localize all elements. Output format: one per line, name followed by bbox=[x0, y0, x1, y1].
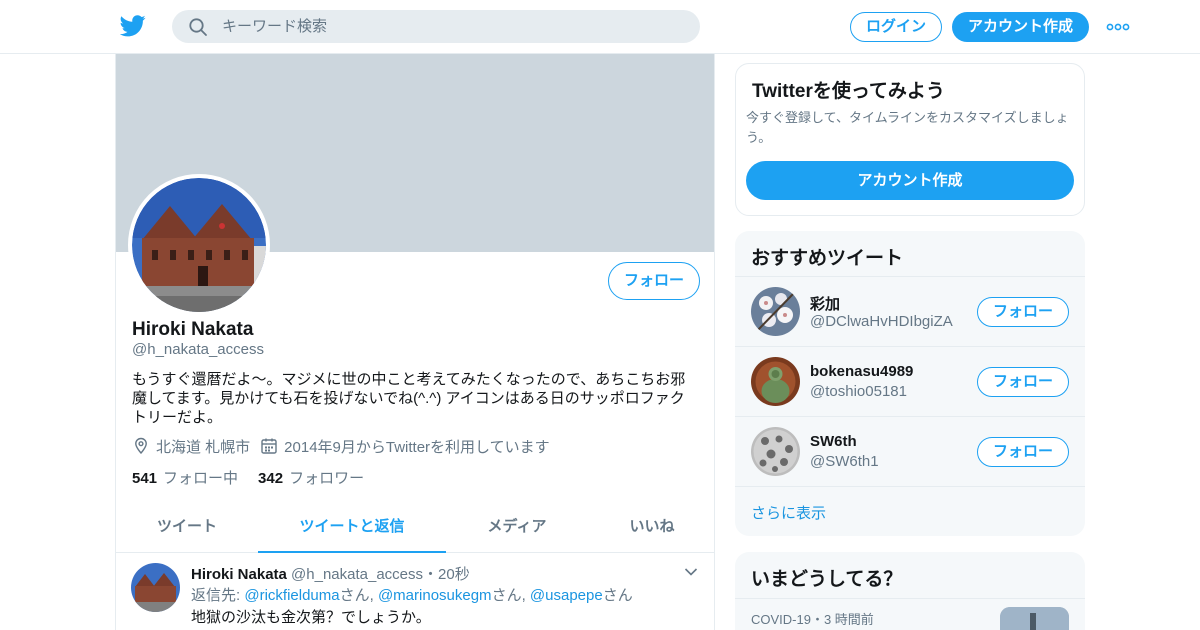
profile-stats: 541 フォロー中 342 フォロワー bbox=[132, 467, 384, 488]
metal-sphere-avatar-image bbox=[751, 427, 800, 476]
profile-avatar[interactable] bbox=[128, 174, 270, 316]
reply-prefix: 返信先: bbox=[191, 587, 245, 604]
following-label: フォロー中 bbox=[163, 470, 239, 487]
trend-meta: COVID-19・3 時間前 bbox=[751, 612, 874, 627]
followers-count: 342 bbox=[258, 470, 284, 487]
search-box[interactable] bbox=[172, 10, 700, 43]
tweet-reply-to: 返信先: @rickfieldumaさん, @marinosukegmさん, @… bbox=[191, 584, 633, 605]
tab-likes[interactable]: いいね bbox=[588, 500, 714, 553]
profile-bio-line: 魔してます。見かけても石を投げないでね(^.^) アイコンはある日のサッポロファ… bbox=[132, 390, 685, 407]
login-button[interactable]: ログイン bbox=[850, 12, 942, 42]
mention-link[interactable]: @usapepe bbox=[530, 587, 603, 604]
show-more-label[interactable]: さらに表示 bbox=[751, 502, 826, 523]
tweet-avatar[interactable] bbox=[131, 563, 180, 612]
brick-building-avatar-image bbox=[131, 563, 180, 612]
brick-building-avatar-image bbox=[132, 178, 266, 312]
location-pin-icon bbox=[135, 437, 147, 455]
suggested-user-avatar[interactable] bbox=[751, 287, 800, 336]
tweet-header: Hiroki Nakata @h_nakata_access・20秒 bbox=[191, 563, 470, 584]
suggested-user-row[interactable]: SW6th @SW6th1 フォロー bbox=[735, 416, 1085, 486]
signup-card-title: Twitterを使ってみよう bbox=[752, 81, 945, 102]
follow-button[interactable]: フォロー bbox=[608, 262, 700, 300]
trends-title: いまどうしてる？ bbox=[751, 569, 903, 590]
tweet-author-name[interactable]: Hiroki Nakata bbox=[191, 566, 287, 583]
tweet-dot: ・ bbox=[423, 566, 439, 583]
show-more-link[interactable]: さらに表示 bbox=[735, 486, 1085, 536]
profile-location: 北海道 札幌市 bbox=[156, 438, 251, 456]
trend-item[interactable]: COVID-19・3 時間前 bbox=[735, 598, 1085, 630]
profile-bio: もうすぐ還暦だよ〜。マジメに世の中こと考えてみたくなったので、あちこちお邪 魔し… bbox=[132, 370, 692, 427]
profile-bio-line: トリーだよ。 bbox=[132, 409, 223, 426]
trends-card: いまどうしてる？ COVID-19・3 時間前 bbox=[735, 552, 1085, 630]
tweet-item[interactable]: Hiroki Nakata @h_nakata_access・20秒 返信先: … bbox=[116, 553, 714, 630]
follow-button[interactable]: フォロー bbox=[977, 437, 1069, 467]
tab-tweets-and-replies[interactable]: ツイートと返信 bbox=[258, 500, 446, 553]
profile-tabs: ツイート ツイートと返信 メディア いいね bbox=[116, 500, 714, 553]
profile-meta: 北海道 札幌市 2014年9月からTwitterを利用しています bbox=[132, 436, 550, 456]
profile-column: フォロー Hiroki Nakata @h_nakata_access もうすぐ… bbox=[115, 54, 715, 630]
tab-tweets[interactable]: ツイート bbox=[116, 500, 258, 553]
who-to-follow-title: おすすめツイート bbox=[751, 248, 904, 269]
suggested-user-row[interactable]: bokenasu4989 @toshio05181 フォロー bbox=[735, 346, 1085, 416]
suggested-user-name[interactable]: bokenasu4989 bbox=[810, 363, 913, 380]
follow-button[interactable]: フォロー bbox=[977, 367, 1069, 397]
suggested-user-row[interactable]: 彩加 @DClwaHvHDIbgiZA フォロー bbox=[735, 276, 1085, 346]
signup-card: Twitterを使ってみよう 今すぐ登録して、タイムラインをカスタマイズしましょ… bbox=[735, 63, 1085, 216]
following-count: 541 bbox=[132, 470, 158, 487]
signup-card-description: 今すぐ登録して、タイムラインをカスタマイズしましょう。 bbox=[746, 110, 1069, 145]
calendar-icon bbox=[261, 438, 277, 454]
mention-link[interactable]: @marinosukegm bbox=[378, 587, 492, 604]
trend-thumbnail[interactable] bbox=[1000, 607, 1069, 630]
profile-name: Hiroki Nakata bbox=[132, 319, 254, 340]
tweet-author-handle[interactable]: @h_nakata_access bbox=[291, 566, 423, 583]
who-to-follow-card: おすすめツイート 彩加 @DClwaHvHDIbgiZA フォロー bokena… bbox=[735, 231, 1085, 536]
more-dots-icon[interactable] bbox=[1106, 18, 1130, 36]
suggested-user-avatar[interactable] bbox=[751, 357, 800, 406]
tab-media[interactable]: メディア bbox=[446, 500, 588, 553]
search-icon bbox=[189, 18, 207, 36]
twitter-bird-icon[interactable] bbox=[120, 14, 146, 38]
mention-suffix: さん, bbox=[491, 587, 530, 604]
followers-stat[interactable]: 342 フォロワー bbox=[258, 467, 364, 488]
buddha-statue-avatar-image bbox=[751, 357, 800, 406]
tweet-text: 地獄の沙汰も金次第？でしょうか。 bbox=[191, 609, 431, 626]
flower-avatar-image bbox=[751, 287, 800, 336]
mention-link[interactable]: @rickfielduma bbox=[244, 587, 339, 604]
follow-button[interactable]: フォロー bbox=[977, 297, 1069, 327]
suggested-user-handle[interactable]: @SW6th1 bbox=[810, 453, 879, 470]
trend-thumbnail-image bbox=[1000, 607, 1069, 630]
suggested-user-handle[interactable]: @toshio05181 bbox=[810, 383, 907, 400]
suggested-user-name[interactable]: 彩加 bbox=[810, 293, 840, 314]
search-input[interactable] bbox=[222, 10, 682, 43]
profile-handle: @h_nakata_access bbox=[132, 341, 264, 358]
chevron-down-icon[interactable] bbox=[684, 567, 698, 577]
followers-label: フォロワー bbox=[289, 470, 365, 487]
mention-suffix: さん bbox=[602, 587, 633, 604]
signup-card-button[interactable]: アカウント作成 bbox=[746, 161, 1074, 200]
signup-button[interactable]: アカウント作成 bbox=[952, 12, 1089, 42]
top-navigation-bar: ログイン アカウント作成 bbox=[0, 0, 1200, 54]
tweet-time[interactable]: 20秒 bbox=[438, 566, 470, 583]
following-stat[interactable]: 541 フォロー中 bbox=[132, 467, 238, 488]
mention-suffix: さん, bbox=[339, 587, 378, 604]
suggested-user-avatar[interactable] bbox=[751, 427, 800, 476]
suggested-user-handle[interactable]: @DClwaHvHDIbgiZA bbox=[810, 313, 953, 330]
profile-joined-date: 2014年9月からTwitterを利用しています bbox=[284, 438, 550, 456]
suggested-user-name[interactable]: SW6th bbox=[810, 433, 857, 450]
profile-bio-line: もうすぐ還暦だよ〜。マジメに世の中こと考えてみたくなったので、あちこちお邪 bbox=[132, 371, 686, 388]
